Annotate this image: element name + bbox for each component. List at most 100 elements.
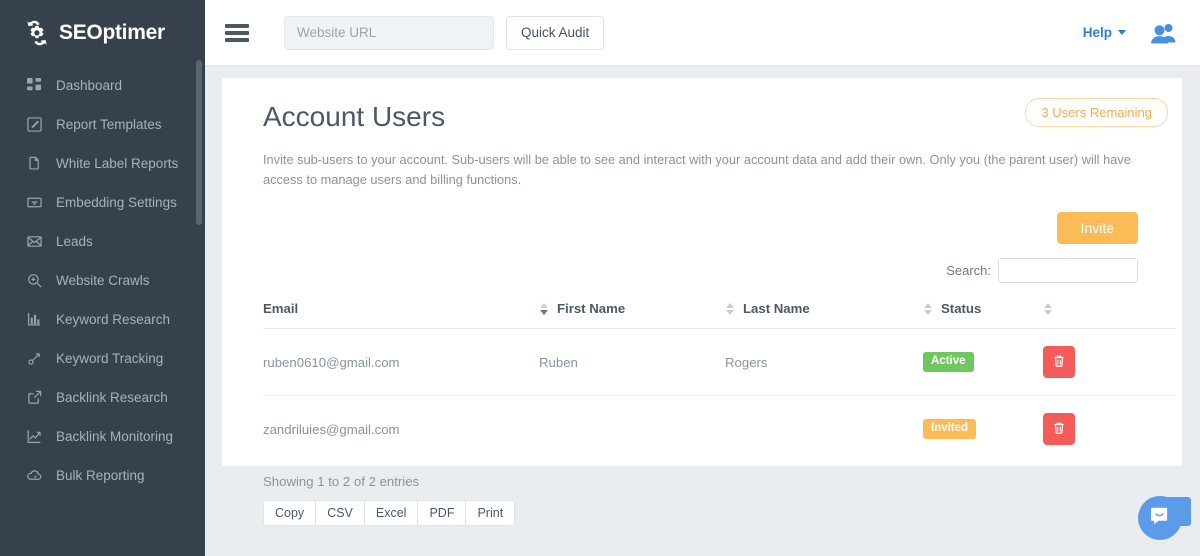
trash-icon bbox=[1052, 421, 1066, 438]
users-remaining-badge: 3 Users Remaining bbox=[1025, 98, 1168, 127]
export-excel-button[interactable]: Excel bbox=[365, 501, 419, 525]
column-header-actions[interactable] bbox=[1043, 297, 1177, 329]
sidebar: SEOptimer Dashboard Report Templates bbox=[0, 0, 205, 556]
caret-down-icon[interactable] bbox=[1118, 30, 1126, 35]
delete-user-button[interactable] bbox=[1043, 346, 1075, 378]
table-search-row: Search: bbox=[263, 258, 1152, 283]
column-header-first-name[interactable]: First Name bbox=[539, 297, 725, 329]
sort-both-icon[interactable] bbox=[923, 302, 933, 316]
sidebar-item-label: Bulk Reporting bbox=[56, 468, 145, 483]
sort-both-icon[interactable] bbox=[1043, 302, 1053, 316]
delete-user-button[interactable] bbox=[1043, 413, 1075, 445]
gear-refresh-icon bbox=[22, 18, 52, 48]
sidebar-item-label: Report Templates bbox=[56, 117, 162, 132]
table-body: ruben0610@gmail.com Ruben Rogers Active bbox=[263, 329, 1177, 463]
table-head: Email First Name bbox=[263, 297, 1177, 329]
column-label: First Name bbox=[557, 301, 625, 316]
sidebar-item-label: Website Crawls bbox=[56, 273, 150, 288]
sidebar-item-label: Keyword Tracking bbox=[56, 351, 163, 366]
sidebar-item-report-templates[interactable]: Report Templates bbox=[0, 105, 205, 144]
sidebar-item-keyword-research[interactable]: Keyword Research bbox=[0, 300, 205, 339]
account-users-table: Email First Name bbox=[263, 297, 1177, 462]
cell-email: ruben0610@gmail.com bbox=[263, 329, 539, 396]
sidebar-item-label: Leads bbox=[56, 234, 93, 249]
cell-last-name bbox=[725, 396, 923, 463]
column-label: Email bbox=[263, 301, 298, 316]
copy-pages-icon bbox=[24, 154, 44, 174]
line-chart-icon bbox=[24, 427, 44, 447]
grid-icon bbox=[24, 76, 44, 96]
table-row: zandriluies@gmail.com Invited bbox=[263, 396, 1177, 463]
sort-descending-icon[interactable] bbox=[539, 302, 549, 316]
table-search-label: Search: bbox=[946, 263, 991, 278]
sidebar-item-label: Dashboard bbox=[56, 78, 122, 93]
external-link-icon bbox=[24, 388, 44, 408]
sidebar-item-embedding-settings[interactable]: Embedding Settings bbox=[0, 183, 205, 222]
account-users-card: Account Users 3 Users Remaining Invite s… bbox=[222, 78, 1182, 466]
table-row: ruben0610@gmail.com Ruben Rogers Active bbox=[263, 329, 1177, 396]
quick-audit-button[interactable]: Quick Audit bbox=[506, 16, 604, 50]
sidebar-item-keyword-tracking[interactable]: Keyword Tracking bbox=[0, 339, 205, 378]
cell-last-name: Rogers bbox=[725, 329, 923, 396]
pencil-square-icon bbox=[24, 115, 44, 135]
sidebar-item-label: Backlink Monitoring bbox=[56, 429, 173, 444]
cell-status: Active bbox=[923, 329, 1043, 396]
cell-actions bbox=[1043, 396, 1177, 463]
main-content: Account Users 3 Users Remaining Invite s… bbox=[205, 66, 1200, 556]
table-header-row: Email First Name bbox=[263, 297, 1177, 329]
export-pdf-button[interactable]: PDF bbox=[418, 501, 466, 525]
sidebar-item-label: White Label Reports bbox=[56, 156, 178, 171]
export-print-button[interactable]: Print bbox=[466, 501, 514, 525]
page-description: Invite sub-users to your account. Sub-us… bbox=[263, 150, 1152, 191]
sidebar-item-backlink-research[interactable]: Backlink Research bbox=[0, 378, 205, 417]
help-menu[interactable]: Help bbox=[1083, 25, 1112, 40]
sidebar-item-label: Backlink Research bbox=[56, 390, 168, 405]
header-right-group: Help bbox=[1083, 22, 1200, 44]
export-copy-button[interactable]: Copy bbox=[264, 501, 316, 525]
sidebar-item-backlink-monitoring[interactable]: Backlink Monitoring bbox=[0, 417, 205, 456]
showing-entries-text: Showing 1 to 2 of 2 entries bbox=[263, 474, 1177, 489]
column-header-last-name[interactable]: Last Name bbox=[725, 297, 923, 329]
hamburger-icon[interactable] bbox=[225, 24, 249, 42]
sidebar-item-dashboard[interactable]: Dashboard bbox=[0, 66, 205, 105]
sidebar-item-bulk-reporting[interactable]: Bulk Reporting bbox=[0, 456, 205, 495]
export-button-group: Copy CSV Excel PDF Print bbox=[263, 500, 515, 526]
table-footer: Showing 1 to 2 of 2 entries Copy CSV Exc… bbox=[263, 474, 1177, 526]
sort-both-icon[interactable] bbox=[725, 302, 735, 316]
top-header: Quick Audit Help bbox=[205, 0, 1200, 66]
cell-first-name: Ruben bbox=[539, 329, 725, 396]
sidebar-scrollbar[interactable] bbox=[196, 60, 202, 225]
status-badge: Active bbox=[923, 352, 974, 372]
magnifier-plus-icon bbox=[24, 271, 44, 291]
sidebar-item-label: Embedding Settings bbox=[56, 195, 177, 210]
app-root: SEOptimer Dashboard Report Templates bbox=[0, 0, 1200, 556]
envelope-icon bbox=[24, 232, 44, 252]
brand-name: SEOptimer bbox=[59, 21, 165, 45]
status-badge: Invited bbox=[923, 419, 976, 439]
column-label: Last Name bbox=[743, 301, 810, 316]
sidebar-item-leads[interactable]: Leads bbox=[0, 222, 205, 261]
embed-box-icon bbox=[24, 193, 44, 213]
cell-status: Invited bbox=[923, 396, 1043, 463]
export-csv-button[interactable]: CSV bbox=[316, 501, 365, 525]
intercom-chat-launcher[interactable] bbox=[1138, 496, 1182, 540]
bar-chart-icon bbox=[24, 310, 44, 330]
table-search-input[interactable] bbox=[998, 258, 1138, 283]
cell-first-name bbox=[539, 396, 725, 463]
invite-row: Invite bbox=[263, 212, 1152, 244]
cell-actions bbox=[1043, 329, 1177, 396]
sidebar-item-white-label-reports[interactable]: White Label Reports bbox=[0, 144, 205, 183]
column-label: Status bbox=[941, 301, 981, 316]
column-header-email[interactable]: Email bbox=[263, 297, 539, 329]
invite-button[interactable]: Invite bbox=[1057, 212, 1138, 244]
brand-logo[interactable]: SEOptimer bbox=[0, 0, 205, 66]
column-header-status[interactable]: Status bbox=[923, 297, 1043, 329]
cell-email: zandriluies@gmail.com bbox=[263, 396, 539, 463]
sidebar-item-website-crawls[interactable]: Website Crawls bbox=[0, 261, 205, 300]
trend-arrow-icon bbox=[24, 349, 44, 369]
chat-smile-icon bbox=[1149, 505, 1171, 532]
search-input[interactable] bbox=[284, 16, 494, 50]
users-people-icon[interactable] bbox=[1150, 22, 1178, 44]
page-title: Account Users bbox=[263, 100, 1152, 134]
trash-icon bbox=[1052, 354, 1066, 371]
